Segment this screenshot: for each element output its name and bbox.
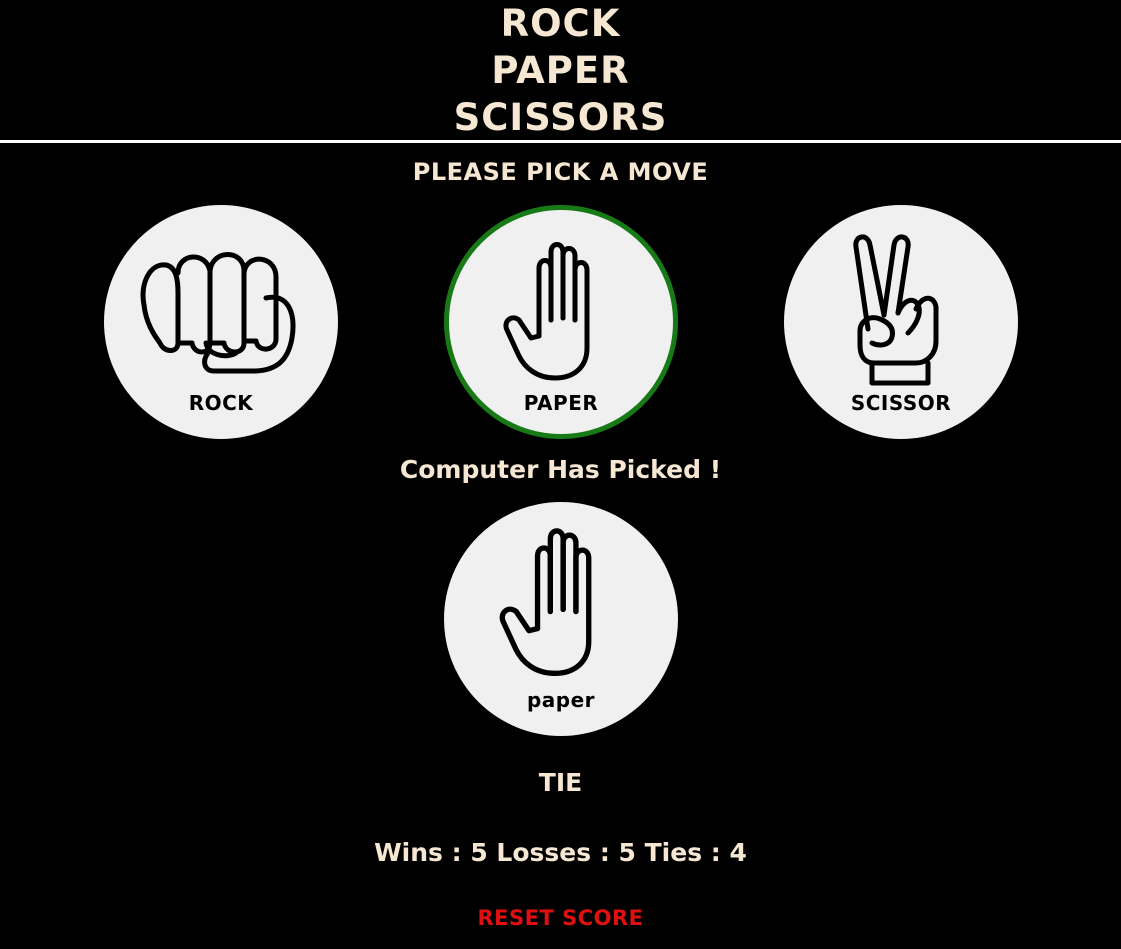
computer-pick-label: paper (526, 688, 596, 712)
result-text: TIE (538, 768, 583, 797)
title-line-scissors: SCISSORS (453, 96, 668, 139)
rock-label: ROCK (188, 391, 254, 415)
title-line-paper: PAPER (491, 49, 630, 92)
open-hand-icon (499, 528, 592, 676)
computer-picked-heading: Computer Has Picked ! (399, 455, 722, 484)
fist-icon (140, 252, 296, 374)
game-title: ROCK PAPER SCISSORS (0, 0, 1121, 141)
pick-move-heading: PLEASE PICK A MOVE (412, 158, 709, 186)
scissor-button[interactable]: SCISSOR (784, 205, 1018, 439)
score-text: Wins : 5 Losses : 5 Ties : 4 (374, 838, 747, 867)
open-hand-icon (503, 242, 590, 381)
paper-button[interactable]: PAPER (444, 205, 678, 439)
scissor-label: SCISSOR (850, 391, 952, 415)
header-divider (0, 140, 1121, 143)
title-line-rock: ROCK (500, 2, 621, 45)
computer-pick-display: paper (444, 502, 678, 736)
peace-sign-icon (853, 234, 939, 386)
rock-button[interactable]: ROCK (104, 205, 338, 439)
paper-label: PAPER (523, 391, 599, 415)
reset-score-button[interactable]: RESET SCORE (477, 906, 643, 930)
